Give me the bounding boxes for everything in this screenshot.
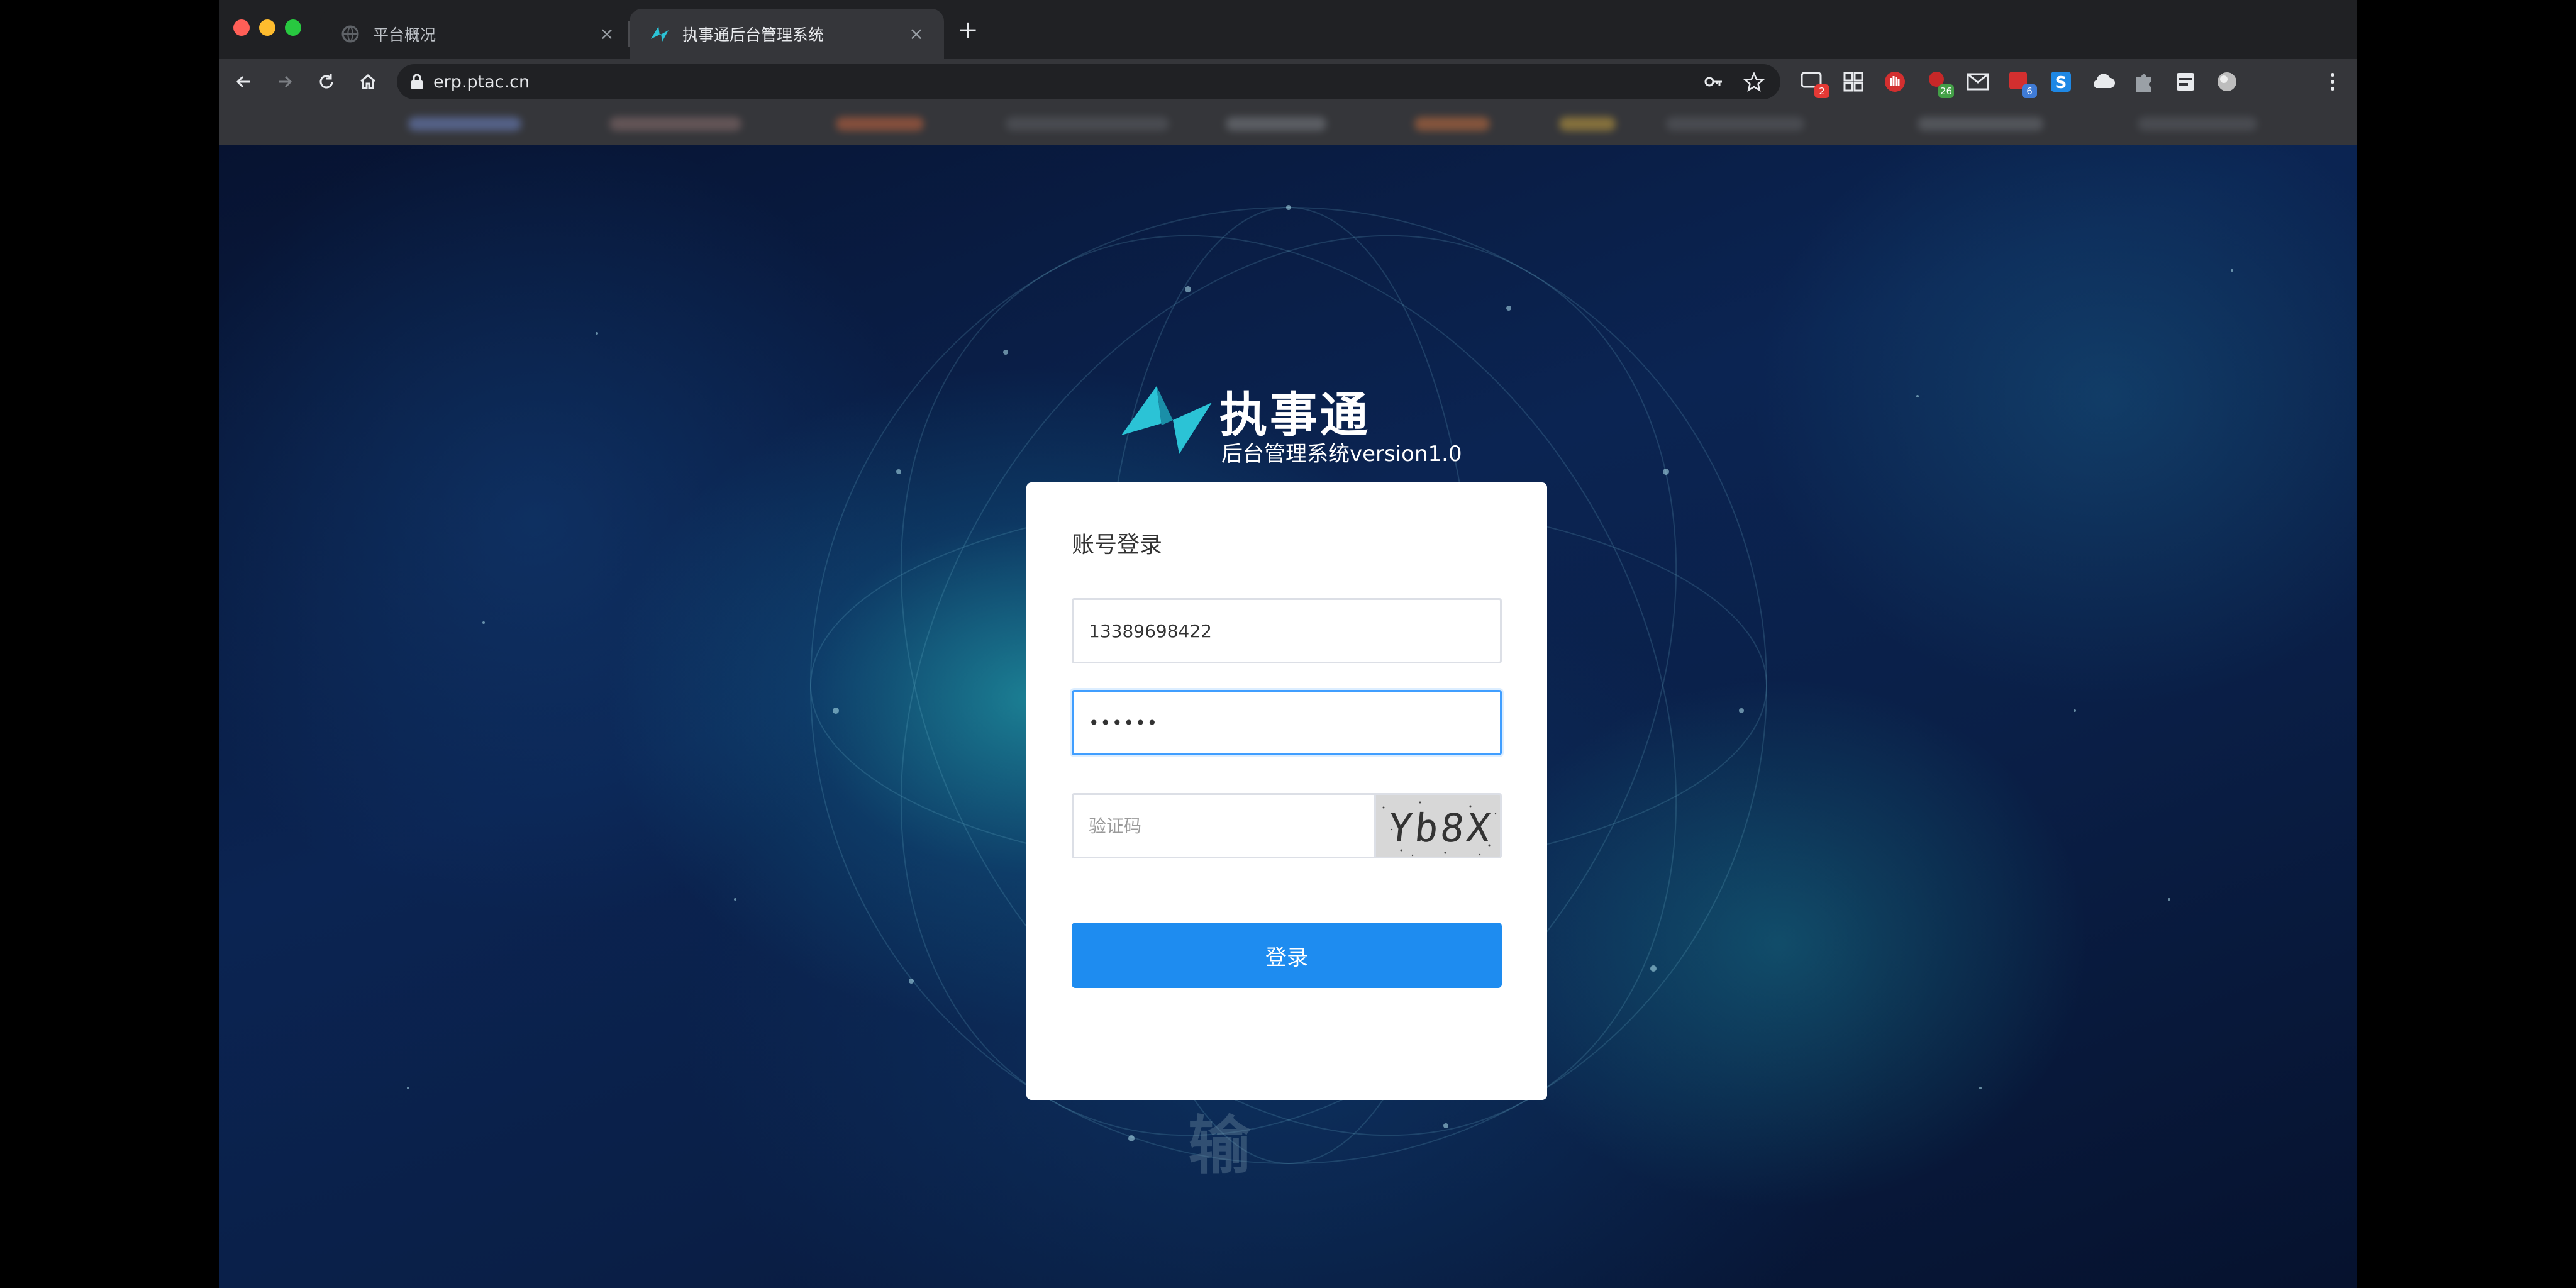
extensions-area: 2 26 6 S	[1798, 67, 2255, 98]
account-input[interactable]	[1072, 598, 1502, 663]
tab-title: 执事通后台管理系统	[682, 26, 824, 44]
reload-button[interactable]	[311, 67, 341, 97]
extension-translate-button[interactable]: 6	[2006, 68, 2037, 98]
home-icon	[360, 74, 375, 89]
captcha-image[interactable]: Yb8X	[1376, 793, 1502, 858]
login-page: 执事通 后台管理系统version1.0 账号登录 Yb8X 登录	[219, 145, 2357, 1288]
brand-logo-icon	[1121, 386, 1212, 454]
browser-window: 平台概况 × 执事通后台管理系统 × + erp.ptac.cn 2 26 6 …	[219, 0, 2357, 1288]
lock-icon	[411, 74, 423, 89]
login-card: 账号登录 Yb8X 登录	[1026, 482, 1547, 1100]
star-icon[interactable]	[1740, 68, 1768, 96]
s-icon: S	[2051, 72, 2071, 92]
extension-badge: 6	[2022, 84, 2037, 98]
extension-grid-button[interactable]	[1840, 68, 1867, 96]
tab-strip: 平台概况 × 执事通后台管理系统 × +	[219, 0, 2357, 59]
back-button[interactable]	[228, 67, 258, 97]
url-text: erp.ptac.cn	[433, 72, 530, 92]
extension-message-button[interactable]: 2	[1798, 68, 1829, 98]
background-watermark-text: 输	[1188, 1109, 1251, 1182]
bookmarks-bar	[219, 104, 2357, 145]
key-icon[interactable]	[1700, 68, 1728, 96]
svg-text:S: S	[2055, 74, 2067, 92]
extension-badge: 26	[1938, 84, 1954, 98]
puzzle-icon	[2136, 74, 2151, 92]
window-close-button[interactable]	[233, 19, 250, 36]
grid-icon	[1843, 72, 1863, 92]
password-input[interactable]	[1072, 690, 1502, 755]
more-vert-icon	[2331, 73, 2334, 91]
reload-icon	[319, 74, 333, 89]
app-logo-icon	[650, 24, 670, 44]
globe-icon	[340, 24, 360, 44]
stop-hand-icon	[1885, 72, 1905, 92]
extension-stop-hand-button[interactable]	[1881, 68, 1909, 96]
brand-subtitle: 后台管理系统version1.0	[1221, 441, 1462, 467]
login-button[interactable]: 登录	[1072, 923, 1502, 988]
login-title: 账号登录	[1072, 532, 1163, 558]
tab-platform-overview[interactable]: 平台概况 ×	[320, 9, 635, 59]
window-minimize-button[interactable]	[259, 19, 275, 36]
mail-icon	[1967, 73, 1989, 91]
extension-s-button[interactable]: S	[2047, 68, 2075, 96]
tab-admin-system[interactable]: 执事通后台管理系统 ×	[630, 9, 944, 59]
extension-globe-button[interactable]	[2213, 68, 2241, 96]
browser-menu-button[interactable]	[2320, 67, 2345, 97]
captcha-text: Yb8X	[1386, 805, 1496, 851]
brand-header: 执事通 后台管理系统version1.0	[1118, 379, 1495, 467]
arrow-left-icon	[236, 75, 250, 88]
extension-puzzle-button[interactable]	[2130, 68, 2158, 96]
globe-icon	[2218, 72, 2236, 91]
window-maximize-button[interactable]	[285, 19, 301, 36]
forward-button[interactable]	[270, 67, 300, 97]
captcha-input[interactable]	[1072, 793, 1376, 858]
tab-title: 平台概况	[373, 26, 436, 44]
cloud-icon	[2094, 74, 2115, 88]
ticket-icon	[2177, 73, 2194, 91]
address-bar[interactable]: erp.ptac.cn	[397, 64, 1780, 99]
close-icon[interactable]: ×	[906, 24, 926, 44]
arrow-right-icon	[279, 75, 292, 88]
extension-badge: 2	[1814, 84, 1829, 98]
extension-mail-button[interactable]	[1964, 68, 1992, 96]
extension-cloud-button[interactable]	[2089, 68, 2116, 96]
close-icon[interactable]: ×	[597, 24, 617, 44]
new-tab-button[interactable]: +	[955, 18, 980, 43]
browser-toolbar: erp.ptac.cn 2 26 6 S	[219, 59, 2357, 104]
home-button[interactable]	[353, 67, 383, 97]
extension-bell-button[interactable]: 26	[1923, 68, 1954, 98]
extension-ticket-button[interactable]	[2172, 68, 2199, 96]
brand-name: 执事通	[1219, 387, 1370, 443]
